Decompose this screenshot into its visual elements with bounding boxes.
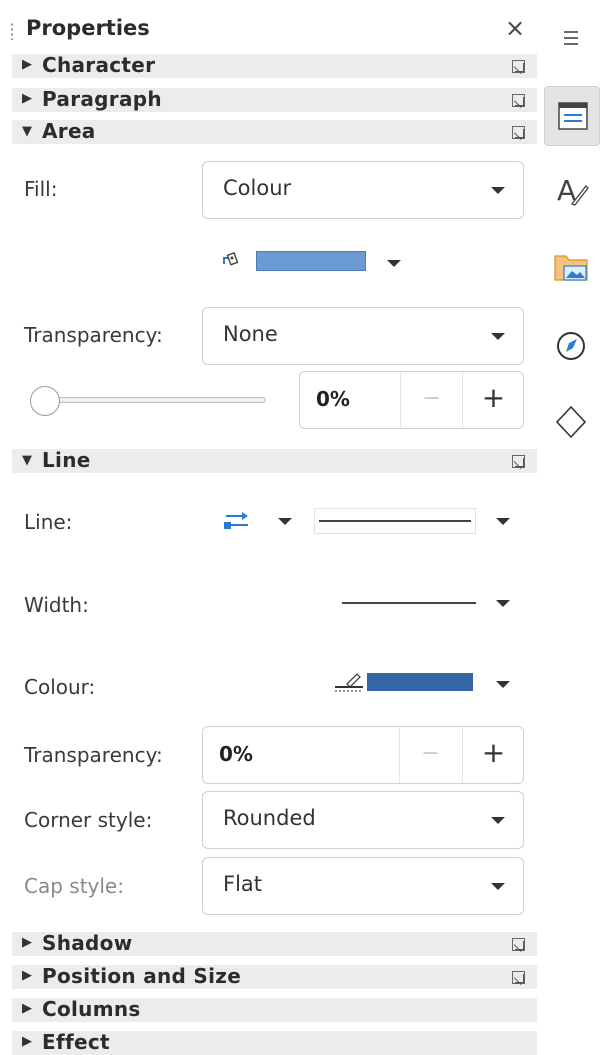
arrow-style-icon[interactable] (222, 509, 252, 533)
gallery-icon (554, 255, 588, 281)
area-transparency-percent[interactable]: 0% (316, 387, 350, 411)
properties-panel: Properties × ▶ Character ▶ Paragraph ▼ A… (0, 0, 542, 1055)
line-colour-label: Colour: (24, 675, 96, 699)
shapes-icon (555, 405, 587, 439)
line-transparency-value[interactable]: 0% (219, 742, 253, 766)
corner-style-value: Rounded (223, 806, 316, 830)
sidebar-tab-bar: A (542, 0, 601, 1055)
decrement-button[interactable]: − (399, 727, 461, 783)
line-color-swatch[interactable] (367, 673, 473, 691)
line-colour-chevron-down-icon[interactable] (496, 681, 510, 688)
section-position-and-size[interactable]: ▶ Position and Size (12, 964, 537, 989)
section-effect[interactable]: ▶ Effect (12, 1030, 537, 1055)
styles-icon: A (557, 174, 589, 207)
section-title: Columns (42, 997, 141, 1021)
collapsed-triangle-icon: ▶ (22, 91, 32, 106)
fill-label: Fill: (24, 177, 58, 201)
chevron-down-icon (491, 187, 505, 194)
line-width-preview[interactable] (342, 602, 476, 604)
fill-type-value: Colour (223, 176, 292, 200)
collapsed-triangle-icon: ▶ (22, 935, 32, 950)
more-options-icon[interactable] (512, 60, 525, 73)
more-options-icon[interactable] (512, 126, 525, 139)
section-title: Paragraph (42, 87, 162, 111)
tab-properties[interactable] (544, 86, 600, 146)
more-options-icon[interactable] (512, 455, 525, 468)
line-transparency-label: Transparency: (24, 743, 163, 767)
section-title: Effect (42, 1030, 110, 1054)
tab-styles[interactable]: A (542, 162, 601, 222)
properties-icon (558, 102, 588, 130)
increment-button[interactable]: + (462, 372, 524, 428)
panel-title: Properties (26, 16, 150, 40)
collapsed-triangle-icon: ▶ (22, 1001, 32, 1016)
tab-gallery[interactable] (542, 238, 601, 298)
line-transparency-spinbox[interactable]: 0% − + (202, 726, 524, 784)
transparency-slider-track[interactable] (44, 397, 266, 403)
collapsed-triangle-icon: ▶ (22, 57, 32, 72)
collapsed-triangle-icon: ▶ (22, 1034, 32, 1049)
section-title: Line (42, 448, 91, 472)
more-options-icon[interactable] (512, 938, 525, 951)
width-label: Width: (24, 593, 89, 617)
collapsed-triangle-icon: ▶ (22, 968, 32, 983)
chevron-down-icon (491, 817, 505, 824)
line-style-chevron-down-icon[interactable] (496, 518, 510, 525)
menu-icon[interactable] (542, 18, 601, 78)
section-line[interactable]: ▼ Line (12, 448, 537, 473)
pen-icon[interactable] (333, 670, 365, 694)
decrement-button[interactable]: − (400, 372, 462, 428)
transparency-slider-thumb[interactable] (30, 386, 60, 416)
fill-color-chevron-down-icon[interactable] (387, 260, 401, 267)
section-title: Position and Size (42, 964, 242, 988)
fill-type-dropdown[interactable]: Colour (202, 161, 524, 219)
section-columns[interactable]: ▶ Columns (12, 997, 537, 1022)
area-transparency-value: None (223, 322, 278, 346)
increment-button[interactable]: + (462, 727, 524, 783)
cap-style-label: Cap style: (24, 874, 124, 898)
section-title: Shadow (42, 931, 133, 955)
section-title: Character (42, 53, 156, 77)
section-character[interactable]: ▶ Character (12, 53, 537, 78)
area-transparency-spinbox[interactable]: 0% − + (299, 371, 524, 429)
line-label: Line: (24, 510, 73, 534)
line-width-chevron-down-icon[interactable] (496, 600, 510, 607)
expanded-triangle-icon: ▼ (22, 453, 32, 468)
paint-bucket-icon[interactable] (220, 250, 248, 272)
expanded-triangle-icon: ▼ (22, 124, 32, 139)
corner-style-label: Corner style: (24, 808, 153, 832)
section-area[interactable]: ▼ Area (12, 119, 537, 144)
tab-navigator[interactable] (542, 318, 601, 378)
area-transparency-dropdown[interactable]: None (202, 307, 524, 365)
navigator-icon (557, 332, 585, 360)
section-paragraph[interactable]: ▶ Paragraph (12, 87, 537, 112)
fill-color-swatch[interactable] (256, 251, 366, 271)
area-transparency-label: Transparency: (24, 323, 163, 347)
panel-title-row: Properties × (0, 12, 542, 48)
section-title: Area (42, 119, 96, 143)
more-options-icon[interactable] (512, 971, 525, 984)
section-shadow[interactable]: ▶ Shadow (12, 931, 537, 956)
drag-grip-icon[interactable] (10, 22, 14, 40)
chevron-down-icon (491, 333, 505, 340)
chevron-down-icon (491, 883, 505, 890)
line-style-selector[interactable] (314, 508, 476, 534)
more-options-icon[interactable] (512, 94, 525, 107)
cap-style-value: Flat (223, 872, 263, 896)
cap-style-dropdown[interactable]: Flat (202, 857, 524, 915)
tab-shapes[interactable] (542, 394, 601, 454)
close-button[interactable]: × (505, 14, 525, 42)
corner-style-dropdown[interactable]: Rounded (202, 791, 524, 849)
arrow-style-chevron-down-icon[interactable] (278, 518, 292, 525)
